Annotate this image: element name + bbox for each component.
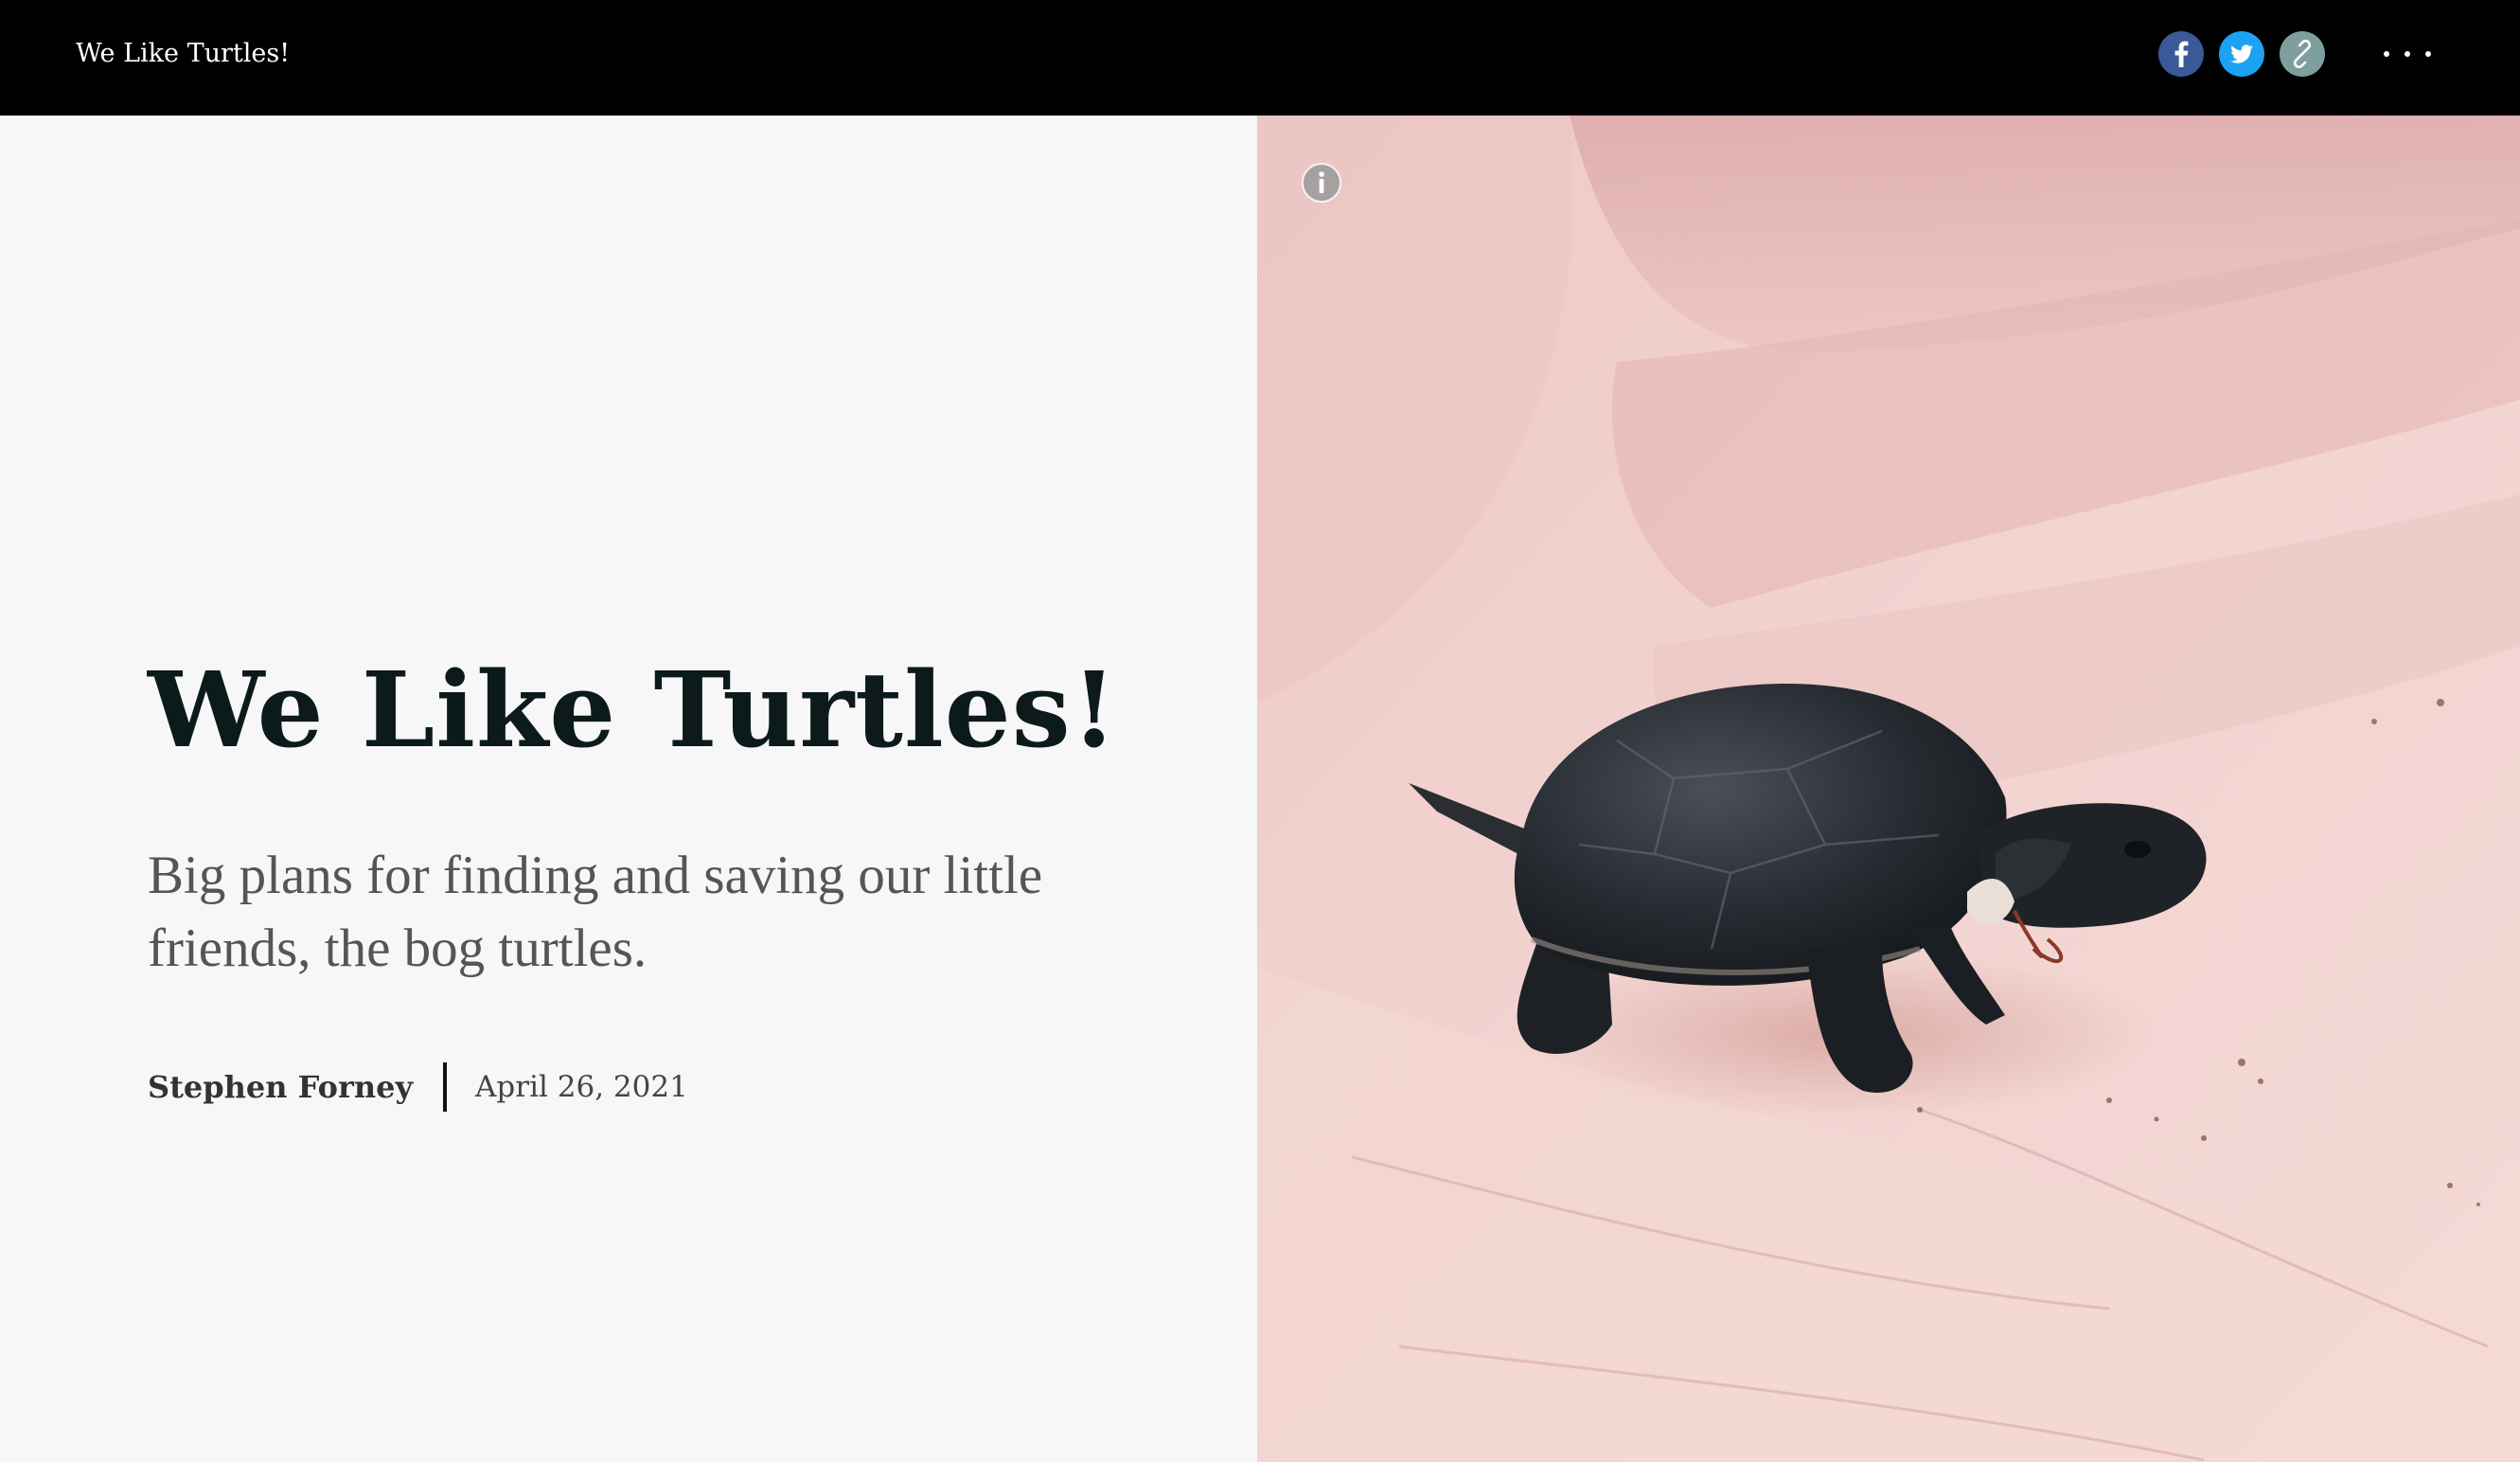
- more-options-icon: [2384, 51, 2389, 57]
- copy-link-button[interactable]: [2280, 31, 2325, 77]
- cover-image: [1257, 116, 2520, 1462]
- twitter-icon: [2230, 45, 2253, 63]
- facebook-share-button[interactable]: [2158, 31, 2204, 77]
- info-icon: [1302, 163, 1341, 203]
- turtle-on-palm-image: [1257, 116, 2520, 1462]
- story-title[interactable]: We Like Turtles!: [76, 0, 290, 108]
- image-info-button[interactable]: [1301, 162, 1342, 204]
- byline: Stephen Forney April 26, 2021: [148, 1061, 688, 1114]
- twitter-share-button[interactable]: [2219, 31, 2264, 77]
- cover-headline: We Like Turtles!: [148, 649, 1118, 771]
- facebook-icon: [2174, 41, 2189, 67]
- more-options-button[interactable]: [2384, 31, 2431, 77]
- link-icon: [2293, 39, 2312, 69]
- author-name: Stephen Forney: [148, 1069, 414, 1105]
- top-bar: We Like Turtles!: [0, 0, 2520, 116]
- cover-text-panel: [0, 116, 1257, 1462]
- byline-divider: [443, 1062, 448, 1112]
- cover-subtitle: Big plans for finding and saving our lit…: [148, 846, 1043, 978]
- publish-date: April 26, 2021: [475, 1070, 688, 1104]
